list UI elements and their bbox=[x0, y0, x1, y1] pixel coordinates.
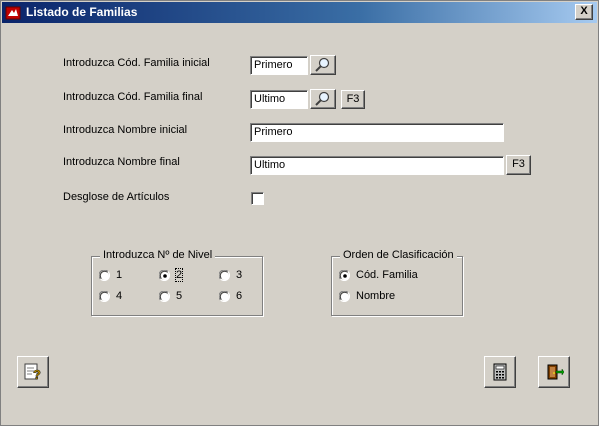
cod-familia-final-label: Introduzca Cód. Familia final bbox=[63, 91, 203, 103]
cod-familia-inicial-label: Introduzca Cód. Familia inicial bbox=[63, 57, 210, 69]
nivel-radio-label: 1 bbox=[116, 269, 123, 281]
calculator-icon bbox=[493, 363, 507, 381]
nivel-radio-label: 5 bbox=[176, 290, 183, 302]
orden-group: Orden de Clasificación bbox=[331, 249, 463, 316]
nivel-radio-label: 6 bbox=[236, 290, 243, 302]
nivel-radio-1[interactable] bbox=[98, 269, 111, 282]
search-familia-final-button[interactable] bbox=[310, 89, 336, 109]
orden-radio-label: Nombre bbox=[356, 290, 396, 302]
nombre-final-label: Introduzca Nombre final bbox=[63, 156, 180, 168]
nivel-group: Introduzca Nº de Nivel bbox=[91, 249, 263, 316]
search-familia-inicial-button[interactable] bbox=[310, 55, 336, 75]
nivel-radio-2[interactable] bbox=[158, 269, 171, 282]
window-title: Listado de Familias bbox=[26, 5, 138, 19]
nivel-radio-4[interactable] bbox=[98, 290, 111, 303]
nivel-group-title: Introduzca Nº de Nivel bbox=[100, 249, 216, 261]
title-bar: Listado de Familias X bbox=[2, 2, 597, 23]
f3-familia-button[interactable]: F3 bbox=[341, 90, 365, 109]
cod-familia-inicial-input[interactable]: Primero bbox=[250, 56, 308, 75]
orden-group-title: Orden de Clasificación bbox=[340, 249, 457, 261]
orden-radio-2[interactable] bbox=[338, 290, 351, 303]
nivel-radio-5[interactable] bbox=[158, 290, 171, 303]
nivel-radio-6[interactable] bbox=[218, 290, 231, 303]
cod-familia-final-input[interactable]: Ultimo bbox=[250, 90, 308, 109]
nivel-radio-label: 4 bbox=[116, 290, 123, 302]
help-icon: ? bbox=[24, 363, 41, 382]
app-icon bbox=[5, 6, 21, 20]
close-button[interactable]: X bbox=[575, 4, 593, 20]
magnifier-icon bbox=[315, 57, 330, 72]
nombre-inicial-input[interactable]: Primero bbox=[250, 123, 504, 142]
nombre-final-input[interactable]: Ultimo bbox=[250, 156, 504, 175]
nombre-inicial-label: Introduzca Nombre inicial bbox=[63, 124, 188, 136]
desglose-label: Desglose de Artículos bbox=[63, 191, 170, 203]
exit-button[interactable] bbox=[538, 356, 570, 388]
nivel-radio-label: 2 bbox=[174, 268, 184, 282]
dialog-window: Listado de Familias X Introduzca Cód. Fa… bbox=[0, 0, 599, 426]
orden-radio-1[interactable] bbox=[338, 269, 351, 282]
exit-door-icon bbox=[547, 364, 564, 380]
magnifier-icon bbox=[315, 91, 330, 106]
orden-radio-label: Cód. Familia bbox=[356, 269, 418, 281]
calculator-button[interactable] bbox=[484, 356, 516, 388]
nivel-radio-label: 3 bbox=[236, 269, 243, 281]
nivel-radio-3[interactable] bbox=[218, 269, 231, 282]
svg-text:?: ? bbox=[33, 367, 41, 382]
desglose-checkbox[interactable] bbox=[251, 192, 264, 205]
help-button[interactable]: ? bbox=[17, 356, 49, 388]
f3-nombre-button[interactable]: F3 bbox=[506, 155, 531, 175]
